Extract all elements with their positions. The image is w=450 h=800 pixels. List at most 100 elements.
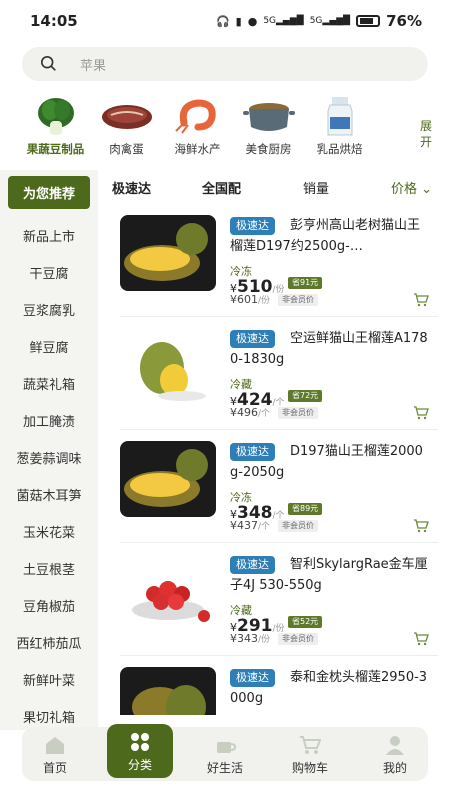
status-bar: 14:05 🎧 ▮ ● 5G▂▄▆█ 5G▂▄▆█ 76% xyxy=(0,0,450,42)
savings-badge: 省91元 xyxy=(288,277,323,289)
non-member-price-unit: /个 xyxy=(258,409,271,419)
sidebar-item-recommended[interactable]: 为您推荐 xyxy=(8,176,90,209)
non-member-label: 非会员价 xyxy=(278,633,318,645)
category-dairy[interactable]: 乳品烘焙 xyxy=(304,95,375,157)
sort-fast-delivery[interactable]: 极速达 xyxy=(112,178,151,197)
tab-label: 购物车 xyxy=(291,761,328,775)
savings-badge: 省72元 xyxy=(288,390,323,402)
category-label: 乳品烘焙 xyxy=(316,142,363,156)
battery-percent: 76% xyxy=(386,12,422,30)
sidebar-item[interactable]: 玉米花菜 xyxy=(0,513,98,550)
sidebar-item[interactable]: 豆角椒茄 xyxy=(0,587,98,624)
sidebar-item[interactable]: 菌菇木耳笋 xyxy=(0,476,98,513)
tab-good-life[interactable]: 好生活 xyxy=(192,727,258,781)
non-member-price-unit: /份 xyxy=(258,635,271,645)
tab-category[interactable]: 分类 xyxy=(107,724,173,778)
home-icon xyxy=(46,737,64,754)
category-meat-egg[interactable]: 肉禽蛋 xyxy=(91,95,162,157)
fast-delivery-tag: 极速达 xyxy=(230,556,275,574)
durian-image xyxy=(120,215,216,291)
fast-delivery-tag: 极速达 xyxy=(230,330,275,348)
sidebar: 为您推荐 新品上市 干豆腐 豆浆腐乳 鲜豆腐 蔬菜礼箱 加工腌渍 葱姜蒜调味 菌… xyxy=(0,170,98,730)
sidebar-item[interactable]: 干豆腐 xyxy=(0,254,98,291)
sort-sales[interactable]: 销量 xyxy=(303,178,329,197)
non-member-price-value: ¥343 xyxy=(230,632,258,645)
tab-label: 我的 xyxy=(382,761,407,775)
location-icon: ● xyxy=(247,14,258,28)
shrimp-icon xyxy=(174,99,216,134)
tab-mine[interactable]: 我的 xyxy=(362,727,428,781)
add-to-cart-icon[interactable] xyxy=(413,293,429,307)
product-card[interactable]: 智利SkylargRae金车厘子4J 530-550g 极速达 冷藏 ¥291/… xyxy=(98,544,438,656)
grid-icon xyxy=(131,733,149,751)
non-member-price-unit: /个 xyxy=(258,522,271,532)
sort-nationwide[interactable]: 全国配 xyxy=(202,178,241,197)
non-member-price: ¥601/份 xyxy=(230,293,270,306)
sort-price[interactable]: 价格 ⌄ xyxy=(391,178,432,197)
fast-delivery-tag: 极速达 xyxy=(230,669,275,687)
non-member-price: ¥343/份 xyxy=(230,632,270,645)
category-row: 果蔬豆制品 肉禽蛋 海鲜水产 美食厨房 乳品烘焙 xyxy=(20,95,450,157)
tab-cart[interactable]: 购物车 xyxy=(277,727,343,781)
divider xyxy=(120,542,438,543)
product-card[interactable]: 彭亨州高山老树猫山王榴莲D197约2500g-… 极速达 冷冻 ¥510/份 省… xyxy=(98,205,438,317)
sidebar-item[interactable]: 豆浆腐乳 xyxy=(0,291,98,328)
category-seafood[interactable]: 海鲜水产 xyxy=(162,95,233,157)
non-member-price-value: ¥496 xyxy=(230,406,258,419)
add-to-cart-icon[interactable] xyxy=(413,519,429,533)
headphones-icon: 🎧 xyxy=(215,14,230,28)
product-card[interactable]: 泰和金枕头榴莲2950-3000g 极速达 xyxy=(98,657,438,715)
sidebar-item[interactable]: 加工腌渍 xyxy=(0,402,98,439)
non-member-label: 非会员价 xyxy=(278,407,318,419)
add-to-cart-icon[interactable] xyxy=(413,632,429,646)
non-member-price-value: ¥437 xyxy=(230,519,258,532)
non-member-label: 非会员价 xyxy=(278,294,318,306)
search-input[interactable]: 苹果 xyxy=(22,47,428,81)
non-member-price: ¥496/个 xyxy=(230,406,270,419)
sidebar-item[interactable]: 葱姜蒜调味 xyxy=(0,439,98,476)
bottom-tab-bar: 首页 分类 好生活 购物车 我的 xyxy=(22,724,428,781)
tab-label: 分类 xyxy=(127,758,152,772)
sidebar-item[interactable]: 蔬菜礼箱 xyxy=(0,365,98,402)
steak-icon xyxy=(101,105,152,129)
milk-icon xyxy=(327,97,352,136)
non-member-label: 非会员价 xyxy=(278,520,318,532)
status-icons: 🎧 ▮ ● 5G▂▄▆█ 5G▂▄▆█ 76% xyxy=(216,12,422,30)
pot-icon xyxy=(242,103,295,131)
fast-delivery-tag: 极速达 xyxy=(230,443,275,461)
sidebar-item[interactable]: 新鲜叶菜 xyxy=(0,661,98,698)
battery-icon xyxy=(356,15,381,27)
divider xyxy=(120,316,438,317)
fast-delivery-tag: 极速达 xyxy=(230,217,275,235)
category-label: 美食厨房 xyxy=(245,142,292,156)
sidebar-item[interactable]: 鲜豆腐 xyxy=(0,328,98,365)
signal-5g-icon: 5G▂▄▆█ xyxy=(263,16,304,26)
search-icon xyxy=(40,55,56,71)
signal-5g-icon-2: 5G▂▄▆█ xyxy=(309,16,351,26)
sidebar-item[interactable]: 土豆根茎 xyxy=(0,550,98,587)
category-fruit-veg[interactable]: 果蔬豆制品 xyxy=(20,95,91,157)
add-to-cart-icon[interactable] xyxy=(413,406,429,420)
status-time: 14:05 xyxy=(30,12,78,30)
category-kitchen[interactable]: 美食厨房 xyxy=(233,95,304,157)
cart-icon xyxy=(300,736,321,754)
divider xyxy=(120,429,438,430)
durian-image xyxy=(120,667,216,715)
sidebar-item[interactable]: 新品上市 xyxy=(0,217,98,254)
product-card[interactable]: D197猫山王榴莲2000g-2050g 极速达 冷冻 ¥348/个 省89元 … xyxy=(98,431,438,543)
cherry-image xyxy=(120,554,216,630)
category-label: 肉禽蛋 xyxy=(109,142,144,156)
tab-home[interactable]: 首页 xyxy=(22,727,88,781)
durian-image xyxy=(120,441,216,517)
sort-bar: 极速达 全国配 销量 价格 ⌄ xyxy=(98,170,450,202)
category-label: 海鲜水产 xyxy=(174,142,221,156)
product-card[interactable]: 空运鲜猫山王榴莲A1780-1830g 极速达 冷藏 ¥424/个 省72元 ¥… xyxy=(98,318,438,430)
sort-price-label: 价格 xyxy=(391,182,418,197)
divider xyxy=(120,655,438,656)
product-list: 彭亨州高山老树猫山王榴莲D197约2500g-… 极速达 冷冻 ¥510/份 省… xyxy=(98,205,450,715)
category-label: 果蔬豆制品 xyxy=(26,142,85,156)
expand-categories-button[interactable]: 展开 xyxy=(418,118,434,150)
user-icon xyxy=(386,736,404,755)
sidebar-item[interactable]: 西红柿茄瓜 xyxy=(0,624,98,661)
vibrate-icon: ▮ xyxy=(235,14,242,28)
